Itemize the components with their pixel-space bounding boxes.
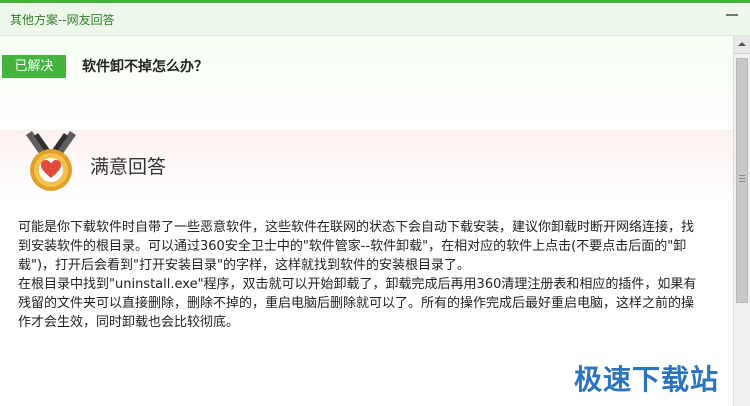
medal-heart-icon [26, 131, 76, 191]
question-panel: 已解决 软件卸不掉怎么办？ [0, 36, 733, 131]
window-title: 其他方案--网友回答 [10, 13, 115, 27]
answer-body: 可能是你下载软件时自带了一些恶意软件，这些软件在联网的状态下会自动下载安装，建议… [18, 218, 698, 332]
question-title: 软件卸不掉怎么办？ [82, 59, 208, 75]
resolved-badge: 已解决 [2, 55, 66, 78]
vertical-scrollbar[interactable] [733, 36, 750, 406]
scrollbar-thumb[interactable] [736, 58, 748, 303]
answer-paragraph: 在根目录中找到"uninstall.exe"程序，双击就可以开始卸载了，卸载完成… [18, 277, 697, 330]
scroll-up-arrow-icon[interactable] [734, 36, 750, 54]
minimize-icon[interactable] [726, 14, 738, 16]
window-titlebar: 其他方案--网友回答 [0, 3, 750, 36]
answer-paragraph: 可能是你下载软件时自带了一些恶意软件，这些软件在联网的状态下会自动下载安装，建议… [18, 220, 695, 273]
site-watermark: 极速下载站 [574, 363, 720, 396]
answer-title: 满意回答 [90, 156, 167, 178]
